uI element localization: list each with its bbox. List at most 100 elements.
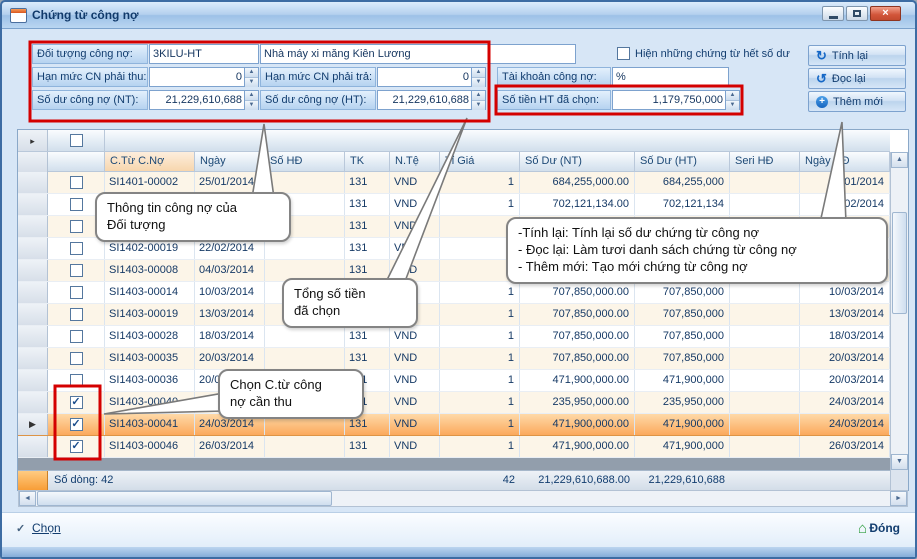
row-checkbox[interactable] xyxy=(70,330,83,343)
cell-id[interactable]: SI1403-00028 xyxy=(105,326,195,347)
tai-khoan-input[interactable]: % xyxy=(612,67,729,87)
cell-seri[interactable] xyxy=(730,370,800,391)
cell-seri[interactable] xyxy=(730,414,800,435)
cell-ti_gia[interactable]: 1 xyxy=(440,348,520,369)
spinner-buttons[interactable] xyxy=(471,91,485,109)
cell-so_du_nt[interactable]: 235,950,000.00 xyxy=(520,392,635,413)
cell-nte[interactable]: VND xyxy=(390,172,440,193)
row-checkbox[interactable] xyxy=(70,176,83,189)
table-row[interactable]: ▶✓SI1403-0004124/03/2014131VND1471,900,0… xyxy=(18,414,890,436)
column-header-so_du_nt[interactable]: Số Dư (NT) xyxy=(520,152,635,172)
cell-id[interactable]: SI1403-00040 xyxy=(105,392,195,413)
han-muc-thu-input[interactable]: 0 xyxy=(149,67,259,87)
spinner-down-icon[interactable] xyxy=(472,100,485,110)
spinner-buttons[interactable] xyxy=(244,68,258,86)
cell-ngay[interactable]: 20/03/2014 xyxy=(195,348,265,369)
cell-ti_gia[interactable]: 1 xyxy=(440,304,520,325)
table-row[interactable]: SI1403-0003520/03/2014131VND1707,850,000… xyxy=(18,348,890,370)
cell-seri[interactable] xyxy=(730,282,800,303)
scroll-down-icon[interactable] xyxy=(891,454,908,470)
scroll-left-icon[interactable] xyxy=(19,491,36,506)
horizontal-scroll-thumb[interactable] xyxy=(37,491,332,506)
scroll-right-icon[interactable] xyxy=(890,491,907,506)
cell-id[interactable]: SI1403-00014 xyxy=(105,282,195,303)
column-header-ti_gia[interactable]: Tỉ Giá xyxy=(440,152,520,172)
chon-button[interactable]: Chọn xyxy=(32,521,61,535)
cell-tk[interactable]: 131 xyxy=(345,326,390,347)
vertical-scroll-thumb[interactable] xyxy=(892,212,907,314)
cell-so_du_nt[interactable]: 471,900,000.00 xyxy=(520,436,635,457)
spinner-down-icon[interactable] xyxy=(245,100,258,110)
cell-so_du_nt[interactable]: 702,121,134.00 xyxy=(520,194,635,215)
cell-so_du_ht[interactable]: 707,850,000 xyxy=(635,326,730,347)
column-header-tk[interactable]: TK xyxy=(345,152,390,172)
row-checkbox[interactable] xyxy=(70,220,83,233)
cell-so_du_ht[interactable]: 471,900,000 xyxy=(635,436,730,457)
row-checkbox[interactable] xyxy=(70,264,83,277)
cell-seri[interactable] xyxy=(730,436,800,457)
cell-so_du_nt[interactable]: 471,900,000.00 xyxy=(520,414,635,435)
cell-seri[interactable] xyxy=(730,304,800,325)
show-expired-checkbox[interactable] xyxy=(617,47,630,60)
column-header-id[interactable]: C.Từ C.Nợ xyxy=(105,152,195,172)
cell-so_du_ht[interactable]: 707,850,000 xyxy=(635,282,730,303)
table-row[interactable]: SI1403-0001913/03/2014131VND1707,850,000… xyxy=(18,304,890,326)
row-checkbox[interactable] xyxy=(70,352,83,365)
cell-so_hd[interactable] xyxy=(265,436,345,457)
spinner-down-icon[interactable] xyxy=(472,77,485,87)
spinner-buttons[interactable] xyxy=(471,68,485,86)
cell-nte[interactable]: VND xyxy=(390,370,440,391)
cell-nte[interactable]: VND xyxy=(390,392,440,413)
row-checkbox[interactable] xyxy=(70,242,83,255)
cell-id[interactable]: SI1403-00041 xyxy=(105,414,195,435)
spinner-buttons[interactable] xyxy=(725,91,739,109)
cell-seri[interactable] xyxy=(730,172,800,193)
cell-tk[interactable]: 131 xyxy=(345,348,390,369)
cell-so_du_nt[interactable]: 707,850,000.00 xyxy=(520,304,635,325)
column-header-nte[interactable]: N.Tệ xyxy=(390,152,440,172)
spinner-down-icon[interactable] xyxy=(726,100,739,110)
cell-nte[interactable]: VND xyxy=(390,194,440,215)
cell-ngay_hd[interactable]: 26/03/2014 xyxy=(800,436,890,457)
spinner-up-icon[interactable] xyxy=(245,68,258,77)
cell-ngay[interactable]: 04/03/2014 xyxy=(195,260,265,281)
table-row[interactable]: SI1403-0001410/03/2014131VND1707,850,000… xyxy=(18,282,890,304)
spinner-up-icon[interactable] xyxy=(245,91,258,100)
spinner-up-icon[interactable] xyxy=(726,91,739,100)
cell-ngay[interactable]: 25/01/2014 xyxy=(195,172,265,193)
cell-ngay_hd[interactable]: 08/02/2014 xyxy=(800,194,890,215)
row-checkbox[interactable] xyxy=(70,286,83,299)
cell-ngay[interactable]: 18/03/2014 xyxy=(195,326,265,347)
cell-ti_gia[interactable]: 1 xyxy=(440,194,520,215)
scroll-up-icon[interactable] xyxy=(891,152,908,168)
cell-id[interactable]: SI1403-00036 xyxy=(105,370,195,391)
cell-nte[interactable]: VND xyxy=(390,326,440,347)
dong-button[interactable]: Đóng xyxy=(869,521,900,535)
cell-id[interactable]: SI1403-00019 xyxy=(105,304,195,325)
vertical-scrollbar[interactable] xyxy=(890,152,908,470)
cell-nte[interactable]: VND xyxy=(390,238,440,259)
table-row[interactable]: ✓SI1403-0004626/03/2014131VND1471,900,00… xyxy=(18,436,890,458)
maximize-button[interactable] xyxy=(846,6,868,21)
cell-ti_gia[interactable]: 1 xyxy=(440,326,520,347)
cell-id[interactable]: SI1401-00002 xyxy=(105,172,195,193)
cell-seri[interactable] xyxy=(730,326,800,347)
cell-seri[interactable] xyxy=(730,392,800,413)
cell-tk[interactable]: 131 xyxy=(345,436,390,457)
cell-ngay_hd[interactable]: 20/03/2014 xyxy=(800,348,890,369)
cell-ti_gia[interactable]: 1 xyxy=(440,436,520,457)
cell-ngay_hd[interactable]: 13/03/2014 xyxy=(800,304,890,325)
cell-id[interactable]: SI1403-00035 xyxy=(105,348,195,369)
cell-id[interactable]: SI1403-00008 xyxy=(105,260,195,281)
cell-tk[interactable]: 131 xyxy=(345,194,390,215)
cell-ngay[interactable]: 13/03/2014 xyxy=(195,304,265,325)
cell-nte[interactable]: VND xyxy=(390,414,440,435)
spinner-up-icon[interactable] xyxy=(472,68,485,77)
table-row[interactable]: SI1403-0002818/03/2014 131VND1 707,850,000… xyxy=(18,326,890,348)
cell-so_du_nt[interactable]: 471,900,000.00 xyxy=(520,370,635,391)
cell-ngay_hd[interactable]: 25/01/2014 xyxy=(800,172,890,193)
cell-ngay_hd[interactable]: 24/03/2014 xyxy=(800,392,890,413)
cell-so_du_ht[interactable]: 235,950,000 xyxy=(635,392,730,413)
column-header-so_hd[interactable]: Số HĐ xyxy=(265,152,345,172)
cell-tk[interactable]: 131 xyxy=(345,172,390,193)
